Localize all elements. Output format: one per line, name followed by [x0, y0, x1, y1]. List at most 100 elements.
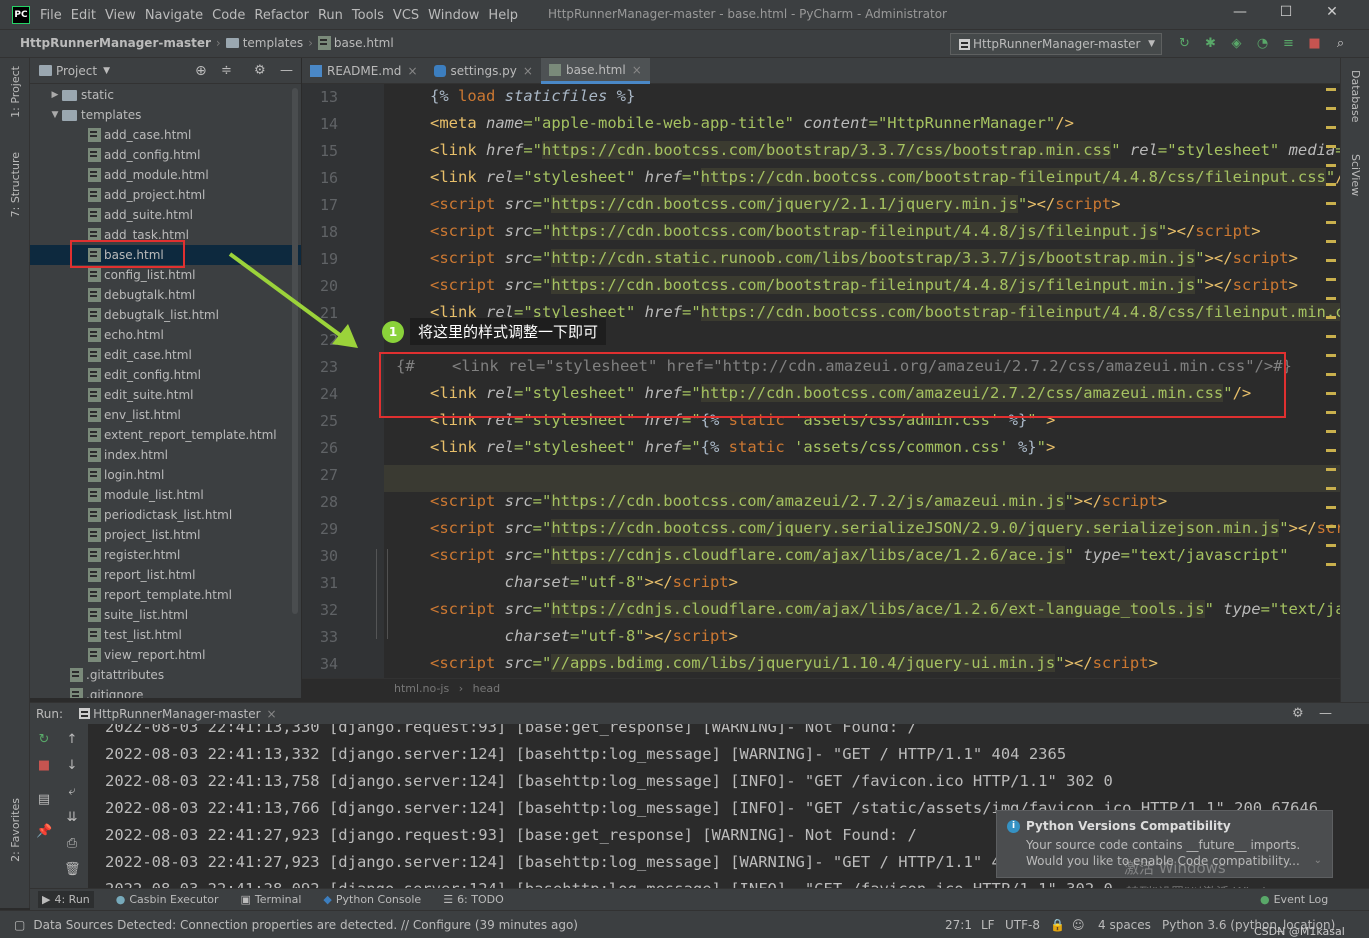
warning-mark[interactable] — [1326, 259, 1336, 262]
tree-item[interactable]: project_list.html — [30, 525, 301, 545]
warning-mark[interactable] — [1326, 373, 1336, 376]
tree-item[interactable]: add_case.html — [30, 125, 301, 145]
warning-mark[interactable] — [1326, 145, 1336, 148]
tree-item[interactable]: periodictask_list.html — [30, 505, 301, 525]
warning-mark[interactable] — [1326, 240, 1336, 243]
locate-icon[interactable]: ⊕ — [195, 63, 207, 79]
indent-setting[interactable]: 4 spaces — [1098, 918, 1151, 932]
tab-readme[interactable]: README.md × — [302, 58, 426, 84]
line-separator[interactable]: LF — [981, 918, 995, 932]
error-stripe[interactable] — [1326, 84, 1338, 678]
search-icon[interactable]: ⌕ — [1331, 36, 1350, 52]
warning-mark[interactable] — [1326, 354, 1336, 357]
tree-item[interactable]: edit_config.html — [30, 365, 301, 385]
tree-item[interactable]: view_report.html — [30, 645, 301, 665]
warning-mark[interactable] — [1326, 430, 1336, 433]
warning-mark[interactable] — [1326, 126, 1336, 129]
warning-mark[interactable] — [1326, 297, 1336, 300]
trash-icon[interactable]: 🗑 — [64, 862, 81, 877]
tab-base-html[interactable]: base.html × — [540, 58, 650, 84]
hide-icon[interactable]: — — [1319, 706, 1332, 721]
warning-mark[interactable] — [1326, 278, 1336, 281]
breadcrumb-folder[interactable]: templates — [243, 36, 303, 50]
gear-icon[interactable]: ⚙ — [254, 63, 266, 78]
tool-window-icon[interactable]: ▢ — [14, 918, 25, 932]
sciview-tool-tab[interactable]: SciView — [1349, 154, 1362, 196]
concurrency-icon[interactable]: ≡ — [1279, 36, 1298, 52]
tree-item[interactable]: register.html — [30, 545, 301, 565]
warning-mark[interactable] — [1326, 506, 1336, 509]
breadcrumb-file[interactable]: base.html — [334, 36, 394, 50]
warning-mark[interactable] — [1326, 316, 1336, 319]
close-icon[interactable]: × — [523, 64, 533, 78]
favorites-tool-tab[interactable]: 2: Favorites — [9, 798, 22, 862]
close-icon[interactable]: × — [632, 63, 642, 77]
warning-mark[interactable] — [1326, 468, 1336, 471]
event-log-button[interactable]: ● Event Log — [1260, 893, 1328, 906]
print-icon[interactable]: ⎙ — [64, 836, 80, 851]
warning-mark[interactable] — [1326, 107, 1336, 110]
warning-mark[interactable] — [1326, 525, 1336, 528]
rerun-icon[interactable]: ↻ — [36, 732, 52, 747]
project-tool-tab[interactable]: 1: Project — [9, 66, 22, 118]
tree-item[interactable]: index.html — [30, 445, 301, 465]
tree-item[interactable]: ▼ templates — [30, 105, 301, 125]
close-icon[interactable]: × — [267, 707, 277, 721]
tree-item[interactable]: add_config.html — [30, 145, 301, 165]
debug-icon[interactable]: ✱ — [1201, 36, 1220, 52]
warning-mark[interactable] — [1326, 183, 1336, 186]
tree-item[interactable]: report_list.html — [30, 565, 301, 585]
crumb-head[interactable]: head — [473, 682, 500, 695]
warning-mark[interactable] — [1326, 88, 1336, 91]
close-icon[interactable]: × — [407, 64, 417, 78]
warning-mark[interactable] — [1326, 221, 1336, 224]
lock-icon[interactable]: 🔒 — [1050, 918, 1065, 932]
collapse-icon[interactable]: ≑ — [221, 63, 232, 78]
menu-window[interactable]: Window — [428, 8, 479, 23]
tree-item[interactable]: .gitattributes — [30, 665, 301, 685]
pin-icon[interactable]: 📌 — [36, 824, 52, 839]
warning-mark[interactable] — [1326, 164, 1336, 167]
tab-run[interactable]: ▶ 4: Run — [38, 891, 94, 908]
tab-python-console[interactable]: ◆ Python Console — [323, 893, 421, 906]
database-tool-tab[interactable]: Database — [1349, 70, 1362, 123]
tree-item[interactable]: add_module.html — [30, 165, 301, 185]
minimize-button[interactable]: — — [1217, 4, 1263, 20]
tree-item[interactable]: edit_suite.html — [30, 385, 301, 405]
menu-code[interactable]: Code — [212, 8, 245, 23]
tree-item[interactable]: module_list.html — [30, 485, 301, 505]
profile-icon[interactable]: ◔ — [1253, 36, 1272, 52]
layout-icon[interactable]: ▤ — [36, 792, 52, 807]
tree-item[interactable]: add_project.html — [30, 185, 301, 205]
warning-mark[interactable] — [1326, 202, 1336, 205]
stop-icon[interactable]: ■ — [36, 758, 52, 773]
fold-markers[interactable] — [376, 549, 388, 639]
crumb-html[interactable]: html.no-js — [394, 682, 449, 695]
file-encoding[interactable]: UTF-8 — [1005, 918, 1040, 932]
tree-item[interactable]: extent_report_template.html — [30, 425, 301, 445]
gear-icon[interactable]: ⚙ — [1292, 706, 1304, 721]
tab-casbin[interactable]: ● Casbin Executor — [116, 893, 219, 906]
tab-terminal[interactable]: ▣ Terminal — [241, 893, 302, 906]
menu-edit[interactable]: Edit — [71, 8, 96, 23]
tab-todo[interactable]: ☰ 6: TODO — [443, 893, 504, 906]
menu-help[interactable]: Help — [488, 8, 518, 23]
warning-mark[interactable] — [1326, 411, 1336, 414]
project-panel-title[interactable]: Project — [56, 64, 97, 78]
status-message[interactable]: Data Sources Detected: Connection proper… — [33, 918, 578, 932]
warning-mark[interactable] — [1326, 487, 1336, 490]
caret-position[interactable]: 27:1 — [945, 918, 972, 932]
menu-view[interactable]: View — [105, 8, 136, 23]
scroll-end-icon[interactable]: ⇊ — [64, 810, 80, 825]
rerun-icon[interactable]: ↻ — [1175, 36, 1194, 52]
warning-mark[interactable] — [1326, 449, 1336, 452]
tree-item[interactable]: test_list.html — [30, 625, 301, 645]
warning-mark[interactable] — [1326, 335, 1336, 338]
tree-item[interactable]: add_suite.html — [30, 205, 301, 225]
coverage-icon[interactable]: ◈ — [1227, 36, 1246, 52]
chevron-down-icon[interactable]: ▼ — [103, 66, 110, 76]
warning-mark[interactable] — [1326, 544, 1336, 547]
tree-item[interactable]: login.html — [30, 465, 301, 485]
arrow-down-icon[interactable]: ↓ — [64, 758, 80, 773]
menu-vcs[interactable]: VCS — [393, 8, 419, 23]
